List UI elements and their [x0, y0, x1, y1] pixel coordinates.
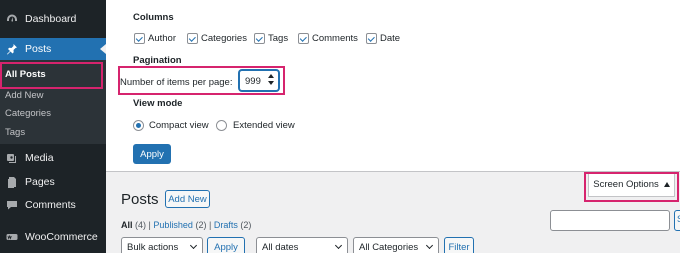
extended-view-label: Extended view	[233, 120, 295, 131]
categories-select[interactable]: All Categories	[353, 237, 439, 253]
spin-down-icon[interactable]	[268, 81, 274, 85]
column-date-checkbox[interactable]	[366, 33, 377, 44]
column-tags-label: Tags	[268, 33, 289, 44]
filter-all-count: (4)	[135, 220, 147, 230]
sidebar-item-woocommerce[interactable]: WooCommerce	[0, 226, 106, 248]
column-categories-checkbox[interactable]	[187, 33, 198, 44]
items-per-page-value: 999	[245, 76, 261, 87]
screen-options-panel: Columns Author Categories Tags Comments …	[106, 0, 680, 172]
bulk-actions-label: Bulk actions	[127, 242, 179, 253]
pushpin-icon	[5, 42, 19, 56]
dates-select[interactable]: All dates	[256, 237, 348, 253]
column-categories-label: Categories	[201, 33, 247, 44]
filter-published[interactable]: Published	[153, 220, 193, 230]
columns-heading: Columns	[133, 12, 174, 23]
page-title: Posts	[121, 191, 159, 208]
sidebar-item-posts[interactable]: Posts	[0, 38, 106, 60]
screen-options-highlight	[584, 172, 679, 202]
submenu-categories[interactable]: Categories	[5, 108, 51, 119]
column-author-checkbox[interactable]	[134, 33, 145, 44]
filter-drafts[interactable]: Drafts	[214, 220, 238, 230]
dashboard-icon	[5, 12, 19, 26]
column-comments-checkbox[interactable]	[298, 33, 309, 44]
woocommerce-icon	[5, 230, 19, 244]
compact-view-radio[interactable]	[133, 120, 144, 131]
column-author-label: Author	[148, 33, 176, 44]
add-new-button[interactable]: Add New	[165, 190, 210, 208]
submenu-tags[interactable]: Tags	[5, 127, 25, 138]
all-posts-highlight	[0, 62, 103, 89]
sidebar-item-label: Posts	[25, 43, 52, 55]
bulk-actions-select[interactable]: Bulk actions	[121, 237, 203, 253]
compact-view-label: Compact view	[149, 120, 209, 131]
chevron-down-icon	[334, 241, 343, 250]
pages-icon	[5, 175, 19, 189]
filter-button[interactable]: Filter	[444, 237, 474, 253]
view-mode-heading: View mode	[133, 98, 183, 109]
column-date-label: Date	[380, 33, 401, 44]
column-comments-label: Comments	[312, 33, 358, 44]
search-posts-button[interactable]: S	[674, 210, 680, 231]
sidebar-item-comments[interactable]: Comments	[0, 194, 106, 216]
chevron-down-icon	[189, 241, 198, 250]
search-posts-input[interactable]	[550, 210, 670, 231]
sidebar-item-label: Pages	[25, 176, 55, 188]
status-filter-links: All (4) | Published (2) | Drafts (2)	[121, 220, 251, 230]
sidebar-item-label: Dashboard	[25, 13, 77, 25]
spin-up-icon[interactable]	[268, 74, 274, 78]
dates-label: All dates	[262, 242, 299, 253]
submenu-add-new[interactable]: Add New	[5, 90, 44, 101]
sidebar-item-media[interactable]: Media	[0, 147, 106, 169]
filter-drafts-count: (2)	[240, 220, 252, 230]
bulk-apply-button[interactable]: Apply	[207, 237, 245, 253]
separator: |	[208, 220, 212, 230]
sidebar-item-pages[interactable]: Pages	[0, 171, 106, 193]
comments-icon	[5, 198, 19, 212]
screen-options-apply-button[interactable]: Apply	[133, 144, 171, 164]
chevron-down-icon	[425, 241, 434, 250]
filter-published-count: (2)	[195, 220, 207, 230]
items-per-page-label: Number of items per page:	[120, 77, 233, 88]
media-icon	[5, 151, 19, 165]
sidebar-item-label: Media	[25, 152, 54, 164]
pagination-heading: Pagination	[133, 55, 182, 66]
extended-view-radio[interactable]	[216, 120, 227, 131]
categories-label: All Categories	[359, 242, 419, 253]
number-spinner[interactable]	[267, 73, 275, 88]
items-per-page-input[interactable]: 999	[239, 70, 279, 91]
separator: |	[148, 220, 151, 230]
sidebar-item-label: Comments	[25, 199, 76, 211]
sidebar-item-label: WooCommerce	[25, 231, 98, 243]
sidebar-item-dashboard[interactable]: Dashboard	[0, 8, 106, 30]
admin-sidebar: Dashboard Posts All Posts Add New Catego…	[0, 0, 106, 253]
column-tags-checkbox[interactable]	[254, 33, 265, 44]
filter-all[interactable]: All	[121, 220, 133, 230]
